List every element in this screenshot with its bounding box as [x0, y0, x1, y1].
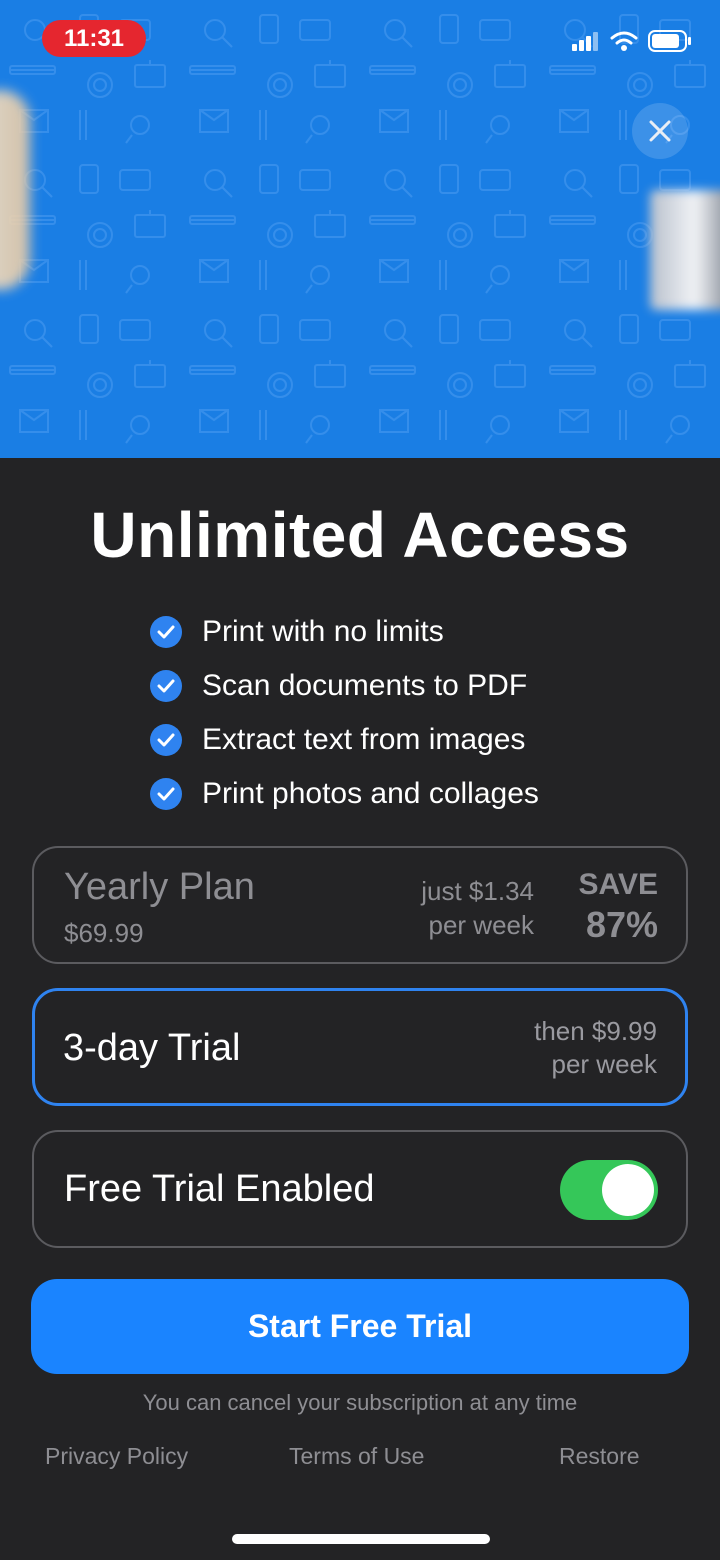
close-icon [649, 120, 671, 142]
cancel-note: You can cancel your subscription at any … [142, 1390, 578, 1415]
signal-icon [572, 32, 598, 51]
terms-of-use-link[interactable]: Terms of Use [289, 1443, 424, 1470]
save-percent: 87% [585, 904, 658, 945]
save-badge: SAVE 87% [579, 868, 658, 946]
plan-option-yearly[interactable]: Yearly Plan $69.99 just $1.34 per week S… [32, 846, 688, 964]
hand-illustration [0, 90, 30, 290]
weekly-price-amount: just $1.34 [421, 876, 534, 906]
plan-then-price: then $9.99 per week [534, 1015, 657, 1081]
start-free-trial-button[interactable]: Start Free Trial [31, 1279, 689, 1374]
feature-item: Print photos and collages [150, 767, 539, 821]
checkmark-icon [150, 778, 182, 810]
close-button[interactable] [632, 103, 688, 159]
plan-weekly-price: just $1.34 per week [421, 874, 534, 942]
plan-price: $69.99 [64, 918, 144, 948]
free-trial-row: Free Trial Enabled [32, 1130, 688, 1248]
plan-name: Yearly Plan [64, 866, 255, 908]
feature-label: Scan documents to PDF [202, 669, 528, 702]
checkmark-icon [150, 616, 182, 648]
privacy-policy-link[interactable]: Privacy Policy [45, 1443, 188, 1470]
feature-label: Print photos and collages [202, 777, 539, 810]
plan-option-trial[interactable]: 3-day Trial then $9.99 per week [32, 988, 688, 1106]
status-icons [572, 30, 692, 52]
wifi-icon [610, 31, 638, 51]
plan-name: 3-day Trial [63, 1027, 241, 1069]
then-price-unit: per week [551, 1049, 658, 1079]
home-indicator [232, 1534, 490, 1544]
battery-icon [648, 30, 691, 52]
checkmark-icon [150, 724, 182, 756]
pattern-background [0, 0, 720, 458]
weekly-price-unit: per week [428, 910, 535, 940]
hero-banner: 11:31 [0, 0, 720, 458]
feature-item: Extract text from images [150, 713, 539, 767]
printer-illustration [650, 190, 720, 310]
feature-label: Print with no limits [202, 615, 444, 648]
feature-item: Scan documents to PDF [150, 659, 539, 713]
then-price-amount: then $9.99 [534, 1016, 657, 1046]
free-trial-toggle[interactable] [560, 1160, 658, 1220]
feature-item: Print with no limits [150, 605, 539, 659]
page-title: Unlimited Access [90, 499, 630, 571]
save-label: SAVE [578, 868, 658, 901]
restore-link[interactable]: Restore [559, 1443, 640, 1470]
free-trial-label: Free Trial Enabled [64, 1168, 375, 1210]
status-time: 11:31 [42, 20, 146, 57]
toggle-knob [602, 1164, 654, 1216]
checkmark-icon [150, 670, 182, 702]
feature-label: Extract text from images [202, 723, 526, 756]
feature-list: Print with no limits Scan documents to P… [150, 605, 539, 821]
